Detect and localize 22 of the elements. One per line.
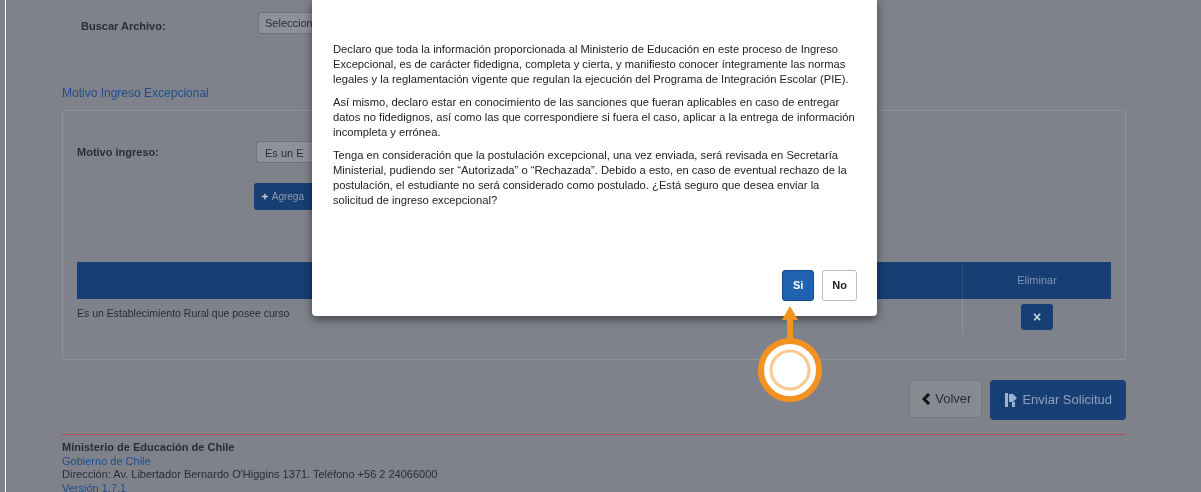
- back-button[interactable]: Volver: [909, 380, 983, 418]
- send-button[interactable]: Enviar Solicitud: [990, 380, 1126, 420]
- section-title: Motivo Ingreso Excepcional: [62, 85, 209, 102]
- file-select-button[interactable]: Seleccion: [258, 11, 314, 35]
- dialog-paragraph: Así mismo, declaro estar en conocimiento de las sanciones que fueran aplicables en caso de entregar datos no fidedignos, así como las que correspondiere si fuera el caso, aplicar a la entrega de información incompleta y errónea.: [333, 95, 856, 140]
- delete-button[interactable]: ×: [1021, 304, 1053, 330]
- dialog-paragraph: Tenga en consideración que la postulación excepcional, una vez enviada, será revisada en Secretaría Ministerial, pudiendo ser “Autorizada” o “Rechazada”. Debido a esto, en caso de eventual rechazo de la postulación, el estudiante no será considerado como postulado. ¿Está seguro que desea enviar la solicitud de ingreso excepcional?: [333, 148, 848, 208]
- reason-select[interactable]: Es un E: [256, 141, 312, 163]
- send-icon: [1004, 392, 1019, 408]
- field-label: Motivo ingreso:: [77, 144, 160, 160]
- column-header: Eliminar: [1017, 273, 1057, 289]
- field-label: Buscar Archivo:: [81, 18, 167, 34]
- dialog-paragraph: Declaro que toda la información proporcionada al Ministerio de Educación en este proceso de Ingreso Excepcional, es de carácter fidedigna, completa y cierta, y manifiesto conocer íntegramente las normas legales y la reglamentación vigente que regulan la ejecución del Programa de Integración Escolar (PIE).: [333, 42, 850, 87]
- no-button[interactable]: No: [822, 270, 857, 301]
- organization-name: Ministerio de Educación de Chile: [62, 441, 235, 455]
- yes-button[interactable]: Si: [781, 270, 815, 301]
- chevron-left-icon: [922, 393, 932, 405]
- version-text: Versión 1.7.1: [62, 481, 127, 492]
- table-cell: Es un Establecimiento Rural que posee curso: [77, 307, 290, 319]
- add-button[interactable]: Agrega: [254, 183, 312, 210]
- plus-icon: [262, 192, 268, 201]
- address-text: Dirección: Av. Libertador Bernardo O'Higgins 1371. Teléfono +56 2 24066000: [62, 468, 438, 482]
